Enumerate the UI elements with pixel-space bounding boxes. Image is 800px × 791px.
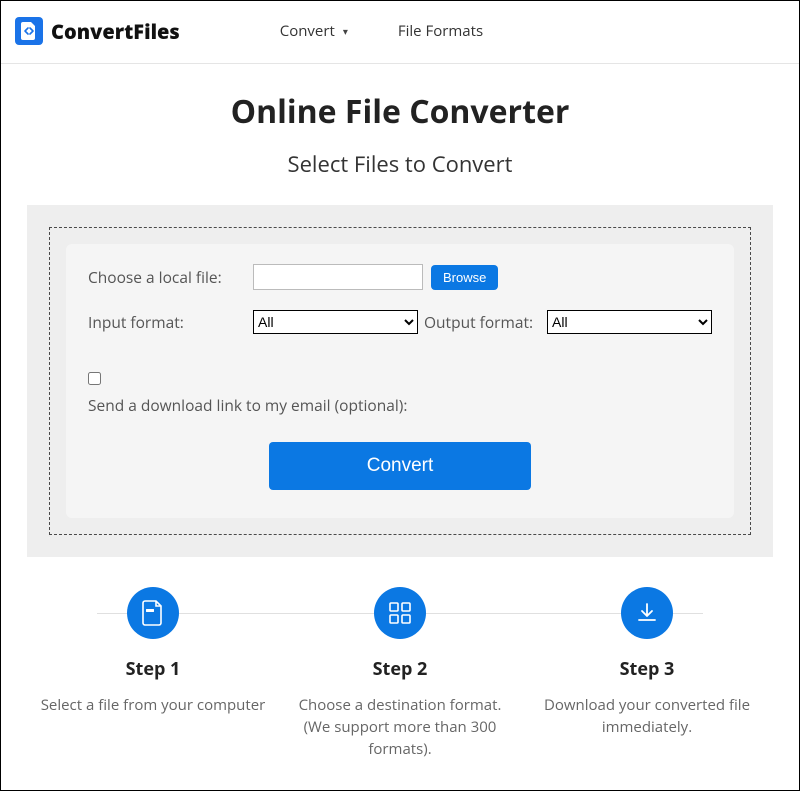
chevron-down-icon: ▾: [343, 24, 348, 38]
output-format-select[interactable]: All: [547, 310, 712, 334]
step-3: Step 3 Download your converted file imme…: [527, 587, 767, 760]
nav: Convert ▾ File Formats: [280, 21, 483, 41]
step-1: Step 1 Select a file from your computer: [33, 587, 273, 760]
file-path-input[interactable]: [253, 264, 423, 290]
step-3-desc: Download your converted file immediately…: [527, 695, 767, 739]
step-1-title: Step 1: [33, 657, 273, 681]
nav-formats-label: File Formats: [398, 21, 483, 41]
brand-icon: [15, 17, 43, 45]
upload-panel-outer: Choose a local file: Browse Input format…: [27, 205, 773, 557]
format-row: Input format: All Output format: All: [88, 310, 712, 334]
step-3-title: Step 3: [527, 657, 767, 681]
step-1-desc: Select a file from your computer: [33, 695, 273, 717]
input-format-label: Input format:: [88, 311, 253, 333]
brand-name: ConvertFiles: [51, 18, 180, 45]
header: ConvertFiles Convert ▾ File Formats: [1, 1, 799, 64]
email-opt-row: Send a download link to my email (option…: [88, 368, 712, 416]
page-subtitle: Select Files to Convert: [27, 149, 773, 179]
steps-row: Step 1 Select a file from your computer …: [27, 587, 773, 760]
file-row: Choose a local file: Browse: [88, 264, 712, 290]
step-2: Step 2 Choose a destination format. (We …: [280, 587, 520, 760]
nav-file-formats[interactable]: File Formats: [398, 21, 483, 41]
download-icon: [621, 587, 673, 639]
browse-button[interactable]: Browse: [431, 265, 498, 290]
brand-logo[interactable]: ConvertFiles: [15, 17, 180, 45]
email-opt-label: Send a download link to my email (option…: [88, 394, 712, 416]
step-2-desc: Choose a destination format. (We support…: [280, 695, 520, 760]
upload-panel-dashed: Choose a local file: Browse Input format…: [49, 227, 751, 535]
grid-icon: [374, 587, 426, 639]
step-2-title: Step 2: [280, 657, 520, 681]
upload-panel: Choose a local file: Browse Input format…: [66, 244, 734, 518]
input-format-select[interactable]: All: [253, 310, 418, 334]
convert-button[interactable]: Convert: [269, 442, 531, 490]
email-opt-checkbox[interactable]: [88, 372, 101, 385]
output-format-label: Output format:: [424, 311, 533, 333]
nav-convert[interactable]: Convert ▾: [280, 21, 348, 41]
choose-file-label: Choose a local file:: [88, 266, 253, 288]
file-icon: [127, 587, 179, 639]
page-title: Online File Converter: [27, 90, 773, 133]
nav-convert-label: Convert: [280, 21, 335, 41]
main: Online File Converter Select Files to Co…: [1, 64, 799, 790]
